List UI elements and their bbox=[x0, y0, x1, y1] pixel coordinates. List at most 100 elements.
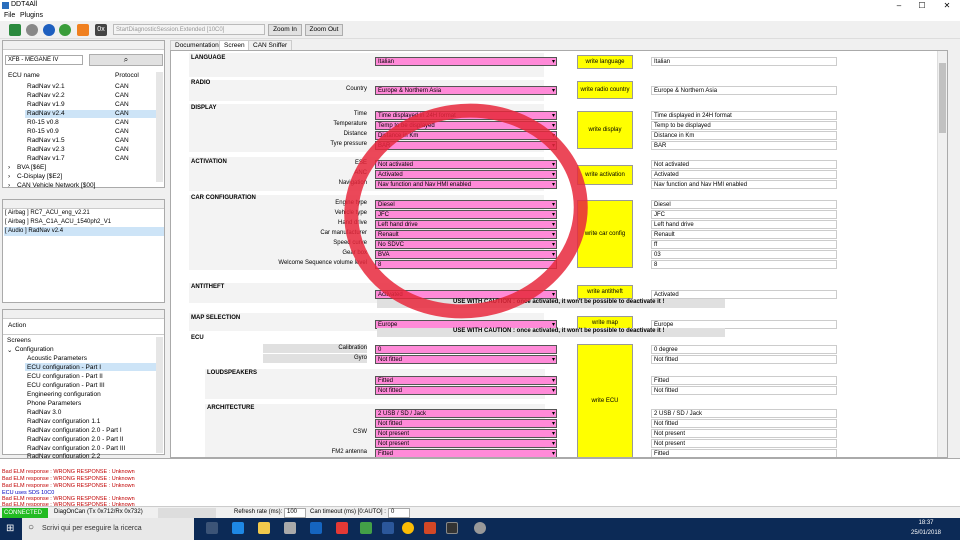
taskbar-search-input[interactable]: Scrivi qui per eseguire la ricerca bbox=[22, 518, 194, 540]
app-icon bbox=[2, 2, 9, 9]
country-label: Country bbox=[345, 86, 367, 92]
vehicle-type-current-value: JFC bbox=[651, 210, 837, 219]
title-bar: DDT4All – ☐ ✕ bbox=[0, 0, 960, 11]
edge-icon[interactable] bbox=[232, 522, 244, 534]
app-icon-red[interactable] bbox=[336, 522, 348, 534]
write-radio-country-button[interactable]: write radio country bbox=[577, 81, 633, 99]
section-title-ecu: ECU bbox=[191, 335, 204, 341]
maximize-icon[interactable]: ☐ bbox=[911, 0, 933, 11]
refresh-icon[interactable] bbox=[59, 24, 71, 36]
ecu-file-item[interactable]: [ Airbag ] RC7_ACU_eng_v2.21 bbox=[5, 210, 90, 216]
screen-item[interactable]: ECU configuration - Part II bbox=[27, 373, 103, 380]
car-manufacturer-current-value: Renault bbox=[651, 230, 837, 239]
ecu-row[interactable]: R0-15 v0.8 bbox=[27, 119, 59, 126]
session-select[interactable]: StartDiagnosticSession.Extended [10C0] bbox=[113, 24, 265, 35]
heart-icon[interactable] bbox=[77, 24, 89, 36]
ecu-row[interactable]: RadNav v1.9 bbox=[27, 101, 65, 108]
scrollbar[interactable] bbox=[156, 72, 163, 182]
ecu-row-selected[interactable]: RadNav v2.4 bbox=[27, 110, 65, 117]
scrollbar[interactable] bbox=[156, 337, 163, 453]
scrollbar-thumb[interactable] bbox=[939, 63, 946, 133]
loudspeaker-dropdown-2[interactable]: Not fitted bbox=[375, 386, 557, 395]
vehicle-select[interactable]: XFB - MEGANE IV bbox=[5, 55, 83, 65]
app-icon-green[interactable] bbox=[360, 522, 372, 534]
ecu-file-item[interactable]: [ Airbag ] RSA_C1A_ACU_1540ph2_V1 bbox=[5, 219, 111, 225]
task-view-icon[interactable] bbox=[206, 522, 218, 534]
mail-icon[interactable] bbox=[310, 522, 322, 534]
screen-item[interactable]: Acoustic Parameters bbox=[27, 355, 87, 362]
tab-screen[interactable]: Screen bbox=[219, 40, 250, 50]
ecu-group[interactable]: CAN Vehicle Network [$00] bbox=[17, 182, 95, 189]
tab-documentation[interactable]: Documentation bbox=[170, 40, 224, 50]
screen-item[interactable]: RadNav configuration 2.0 - Part I bbox=[27, 427, 122, 434]
loudspeaker-current-value-1: Fitted bbox=[651, 376, 837, 385]
csw-dropdown[interactable]: Not present bbox=[375, 429, 557, 438]
screen-item[interactable]: ECU configuration - Part III bbox=[27, 382, 105, 389]
screen-item-selected[interactable]: ECU configuration - Part I bbox=[27, 364, 101, 371]
ecu-row[interactable]: RadNav v1.5 bbox=[27, 137, 65, 144]
connect-icon[interactable] bbox=[9, 24, 21, 36]
vertical-scrollbar[interactable] bbox=[937, 51, 947, 457]
powerpoint-icon[interactable] bbox=[424, 522, 436, 534]
bluetooth-icon[interactable] bbox=[43, 24, 55, 36]
menu-file[interactable]: File bbox=[4, 12, 15, 19]
column-header-ecu-name: ECU name bbox=[8, 72, 40, 79]
close-icon[interactable]: ✕ bbox=[936, 0, 958, 11]
tyre-pressure-current-value: BAR bbox=[651, 141, 837, 150]
architecture-dropdown-2[interactable]: Not fitted bbox=[375, 419, 557, 428]
screen-item[interactable]: RadNav 3.0 bbox=[27, 409, 61, 416]
collapse-icon[interactable]: ⌄ bbox=[7, 346, 12, 354]
screen-item[interactable]: Engineering configuration bbox=[27, 391, 101, 398]
search-icon: ○ bbox=[28, 522, 35, 533]
zoom-out-button[interactable]: Zoom Out bbox=[305, 24, 343, 36]
loudspeaker-dropdown-1[interactable]: Fitted bbox=[375, 376, 557, 385]
ecu-group[interactable]: C-Display [$E2] bbox=[17, 173, 62, 180]
chrome-icon[interactable] bbox=[402, 522, 414, 534]
ecu-row[interactable]: RadNav v2.2 bbox=[27, 92, 65, 99]
tab-can-sniffer[interactable]: CAN Sniffer bbox=[248, 40, 293, 50]
ecu-list-panel: XFB - MEGANE IV ⌕ ECU name Protocol RadN… bbox=[2, 40, 165, 189]
welcome-volume-current-value: 8 bbox=[651, 260, 837, 269]
screens-group[interactable]: Configuration bbox=[15, 346, 54, 353]
ddt4all-task-icon[interactable] bbox=[446, 522, 458, 534]
zoom-in-button[interactable]: Zoom In bbox=[268, 24, 302, 36]
app-icon-grey[interactable] bbox=[474, 522, 486, 534]
write-ecu-button[interactable]: write ECU bbox=[577, 344, 633, 457]
windows-start-icon[interactable]: ⊞ bbox=[6, 523, 14, 534]
architecture-dropdown-1[interactable]: 2 USB / SD / Jack bbox=[375, 409, 557, 418]
store-icon[interactable] bbox=[284, 522, 296, 534]
status-bar: CONNECTED DiagOnCan (Tx 0x712/Rx 0x732) … bbox=[0, 506, 960, 518]
language-dropdown[interactable]: Italian bbox=[375, 57, 557, 66]
ecu-row[interactable]: R0-15 v0.9 bbox=[27, 128, 59, 135]
screen-item[interactable]: RadNav configuration 2.0 - Part III bbox=[27, 445, 125, 452]
screen-item[interactable]: RadNav configuration 1.1 bbox=[27, 418, 100, 425]
expand-icon[interactable]: › bbox=[8, 164, 10, 171]
fm2-antenna-dropdown[interactable]: Fitted bbox=[375, 449, 557, 457]
word-icon[interactable] bbox=[382, 522, 394, 534]
screen-item[interactable]: Phone Parameters bbox=[27, 400, 81, 407]
minimize-icon[interactable]: – bbox=[888, 0, 910, 11]
scan-button[interactable]: ⌕ bbox=[89, 54, 163, 66]
expand-icon[interactable]: › bbox=[8, 182, 10, 189]
screen-item[interactable]: RadNav configuration 2.0 - Part II bbox=[27, 436, 123, 443]
write-language-button[interactable]: write language bbox=[577, 55, 633, 69]
country-dropdown[interactable]: Europe & Northern Asia bbox=[375, 86, 557, 95]
calibration-input[interactable]: 0 bbox=[375, 345, 557, 354]
architecture-dropdown-4[interactable]: Not present bbox=[375, 439, 557, 448]
ecu-row[interactable]: RadNav v1.7 bbox=[27, 155, 65, 162]
hex-icon[interactable]: 0x bbox=[95, 24, 107, 36]
file-explorer-icon[interactable] bbox=[258, 522, 270, 534]
expand-icon[interactable]: › bbox=[8, 173, 10, 180]
ecu-protocol: CAN bbox=[115, 83, 129, 90]
ecu-row[interactable]: RadNav v2.1 bbox=[27, 83, 65, 90]
gyro-dropdown[interactable]: Not fitted bbox=[375, 355, 557, 364]
ecu-row[interactable]: RadNav v2.3 bbox=[27, 146, 65, 153]
can-timeout-input[interactable]: 0 bbox=[388, 508, 410, 518]
refresh-rate-input[interactable]: 100 bbox=[284, 508, 306, 518]
screens-tree: Screens ⌄ Configuration Acoustic Paramete… bbox=[5, 337, 159, 459]
ecu-file-item-selected[interactable]: [ Audio ] RadNav v2.4 bbox=[5, 228, 63, 234]
settings-icon[interactable] bbox=[26, 24, 38, 36]
column-header-protocol: Protocol bbox=[115, 72, 139, 79]
menu-plugins[interactable]: Plugins bbox=[20, 12, 43, 19]
ecu-group[interactable]: BVA [$6E] bbox=[17, 164, 46, 171]
